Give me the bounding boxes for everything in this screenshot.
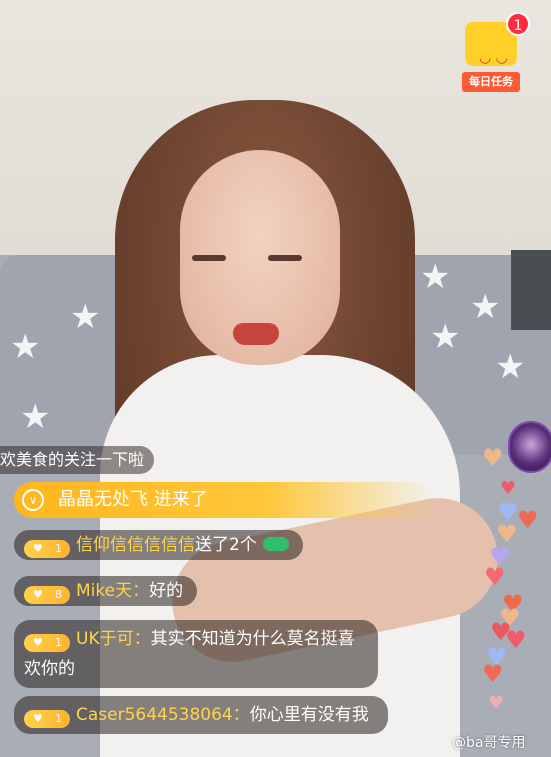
user-level-badge: 1 [24,634,70,652]
user-entered-notice: ∨ 晶晶无处飞 进来了 [14,482,434,518]
user-level-badge: 8 [24,586,70,604]
chat-message: 8 Mike天：好的 [14,576,198,606]
colon: ： [132,581,150,601]
chat-message: 1 Caser5644538064：你心里有没有我 [14,696,388,734]
daily-task-label: 每日任务 [462,72,520,92]
chat-message-partial: 欢美食的关注一下啦 [0,446,155,474]
sofa-star-pattern: ★ [430,317,461,357]
heart-icon: ♥ [482,660,504,688]
chat-message: 1 UK于可：其实不知道为什么莫名挺喜欢你的 [14,620,378,688]
message-text: 好的 [149,581,184,601]
smile-face: ◡ ◡ [479,50,508,66]
chat-message: 1 信仰信信信信信送了2个 [14,530,303,560]
live-stream-view: ★ ★ ★ ★ ★ ★ ★ ★ ◡ ◡ 每日任务 1 ♥ ♥ ♥ ♥ ♥ ♥ ♥… [0,0,551,757]
heart-icon: ♥ [484,563,506,591]
sofa-star-pattern: ★ [495,347,526,387]
message-text: 其实不知道为什么莫名挺喜欢你的 [24,629,355,679]
viewer-avatar[interactable] [508,421,551,473]
sofa-star-pattern: ★ [470,287,501,327]
daily-task-button[interactable]: ◡ ◡ 每日任务 1 [462,12,530,92]
colon: ： [232,705,250,725]
heart-icon: ♥ [488,693,505,714]
heart-icon: ♥ [482,444,504,472]
colon: ： [133,629,151,649]
sofa-star-pattern: ★ [70,297,101,337]
streamer-eye [268,255,302,261]
chevron-down-icon: ∨ [22,489,44,511]
username[interactable]: 晶晶无处飞 [58,489,148,510]
notification-badge: 1 [506,12,530,36]
message-text: 欢美食的关注一下啦 [0,450,145,469]
enter-notice-text: 晶晶无处飞 进来了 [58,482,208,518]
message-text: 进来了 [153,489,208,510]
user-level-badge: 1 [24,540,70,558]
heart-icon: ♥ [517,506,539,534]
green-gift-icon [262,537,289,551]
watermark: @ba哥专用 [452,735,526,751]
sofa-star-pattern: ★ [20,397,51,437]
username[interactable]: UK于可 [76,629,134,649]
heart-icon: ♥ [505,626,527,654]
streamer-eye [192,255,226,261]
sofa-star-pattern: ★ [420,257,451,297]
message-text: 送了2个 [195,535,257,555]
username[interactable]: Caser5644538064 [76,705,233,725]
sofa-star-pattern: ★ [10,327,41,367]
user-level-badge: 1 [24,710,70,728]
heart-icon: ♥ [500,478,517,499]
streamer-lips [233,323,279,345]
username[interactable]: Mike天 [76,581,132,601]
username[interactable]: 信仰信信信信信 [76,535,195,555]
dark-cushion [511,250,551,330]
message-text: 你心里有没有我 [249,705,369,725]
